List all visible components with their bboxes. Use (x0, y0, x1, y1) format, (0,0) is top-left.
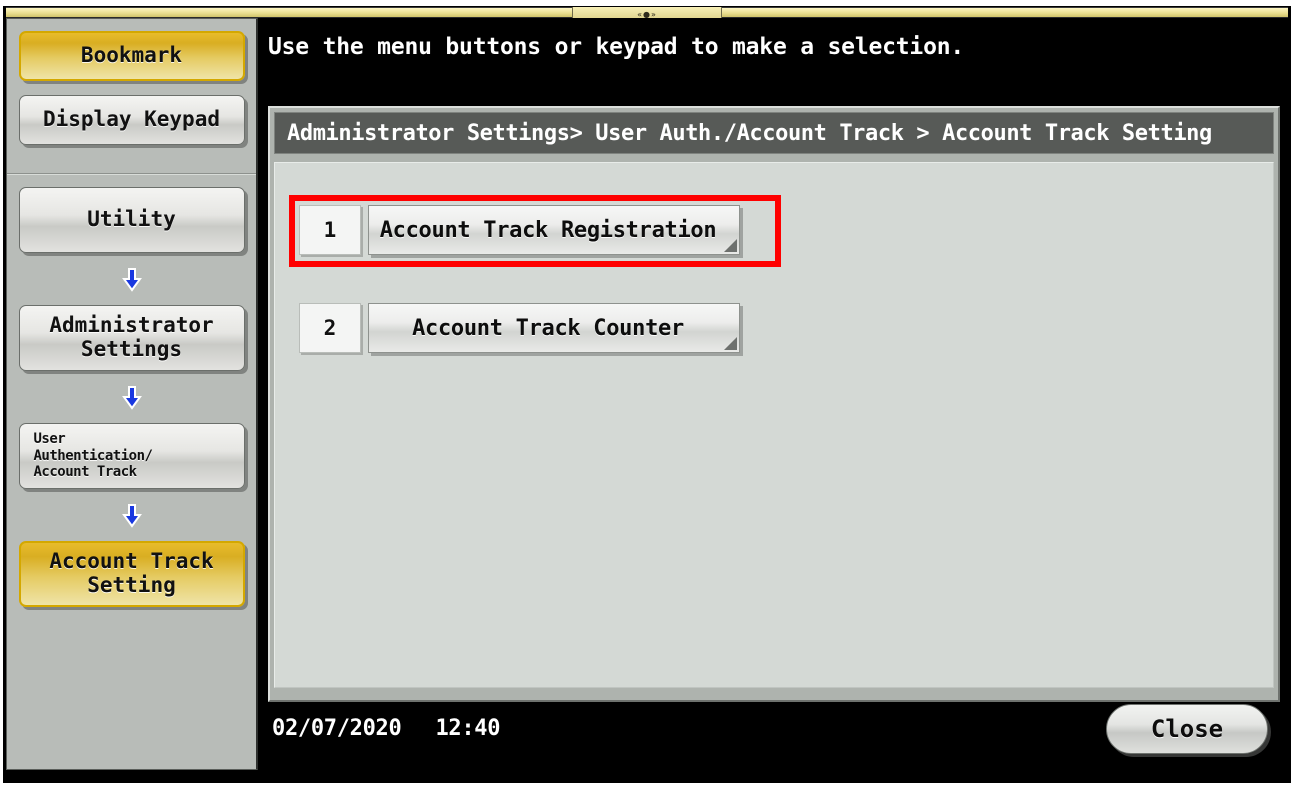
sidebar-item-utility[interactable]: Utility (18, 187, 245, 253)
sidebar-item-label: Bookmark (80, 43, 183, 68)
sidebar: Bookmark Display Keypad Utility Administ… (6, 18, 258, 770)
date-text: 02/07/2020 (272, 716, 402, 741)
menu-row-1: 1 Account Track Registration (299, 205, 740, 255)
breadcrumb: Administrator Settings> User Auth./Accou… (274, 112, 1274, 154)
menu-button-label: Account Track Counter (412, 315, 684, 341)
submenu-corner-icon (724, 337, 737, 350)
time-text: 12:40 (435, 716, 501, 741)
bezel-left (0, 0, 3, 787)
submenu-corner-icon (724, 239, 737, 252)
sidebar-item-label: Display Keypad (42, 107, 220, 132)
menu-button-account-track-counter[interactable]: Account Track Counter (368, 303, 740, 353)
instruction-text: Use the menu buttons or keypad to make a… (268, 34, 965, 60)
menu-button-account-track-registration[interactable]: Account Track Registration (368, 205, 740, 255)
sidebar-item-label: User Authentication/ Account Track (33, 431, 153, 481)
sidebar-item-administrator-settings[interactable]: Administrator Settings (18, 305, 245, 371)
status-strip: «●» (6, 7, 1288, 20)
close-button[interactable]: Close (1106, 704, 1268, 754)
datetime-display: 02/07/2020 12:40 (272, 716, 500, 741)
close-button-label: Close (1150, 715, 1224, 743)
sidebar-item-label: Administrator Settings (49, 313, 214, 361)
bezel-top (0, 0, 1294, 6)
menu-number-2: 2 (299, 303, 361, 353)
bezel-bottom (0, 783, 1294, 787)
sidebar-item-label: Account Track Setting (49, 549, 214, 597)
arrow-down-icon-3 (19, 503, 245, 529)
sidebar-item-label: Utility (87, 207, 176, 232)
sidebar-item-user-authentication-account-track[interactable]: User Authentication/ Account Track (18, 423, 245, 489)
sidebar-item-display-keypad[interactable]: Display Keypad (18, 95, 245, 145)
menu-row-2: 2 Account Track Counter (299, 303, 740, 353)
arrow-down-icon-1 (19, 267, 245, 293)
arrow-down-icon-2 (19, 385, 245, 411)
sidebar-nav-group: Utility Administrator Settings User Auth… (7, 175, 256, 633)
menu-button-label: Account Track Registration (379, 217, 717, 243)
menu-number-1: 1 (299, 205, 361, 255)
main-area: Use the menu buttons or keypad to make a… (260, 18, 1288, 770)
content-window: Administrator Settings> User Auth./Accou… (268, 106, 1280, 702)
footer-bar: 02/07/2020 12:40 Close (268, 702, 1278, 760)
sidebar-item-bookmark[interactable]: Bookmark (18, 31, 245, 81)
sidebar-top-group: Bookmark Display Keypad (7, 19, 256, 171)
sidebar-item-account-track-setting[interactable]: Account Track Setting (18, 541, 245, 607)
menu-panel: 1 Account Track Registration 2 Account T… (274, 162, 1274, 688)
device-screen: «●» Bookmark Display Keypad Utility Admi (0, 0, 1294, 787)
